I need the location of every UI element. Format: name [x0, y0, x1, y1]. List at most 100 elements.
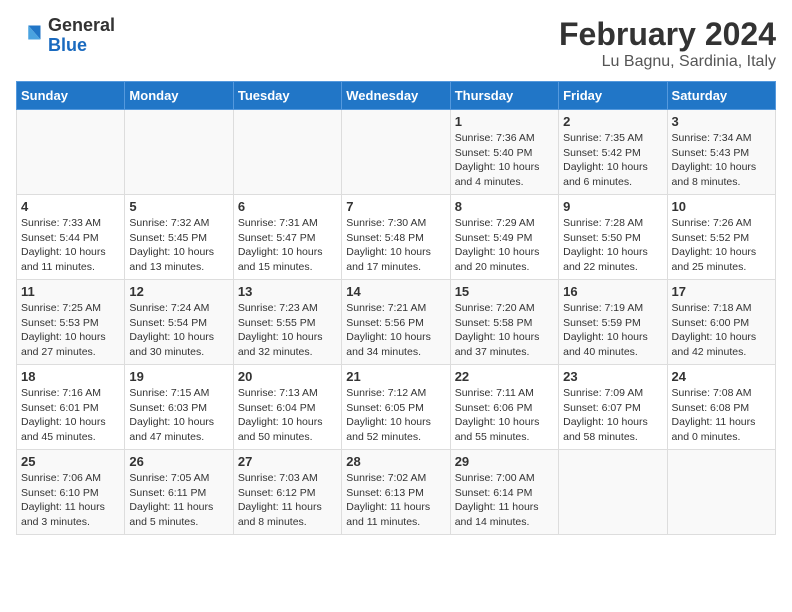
calendar-day-cell: 26 Sunrise: 7:05 AM Sunset: 6:11 PM Dayli… [125, 450, 233, 535]
day-info: Sunrise: 7:30 AM Sunset: 5:48 PM Dayligh… [346, 216, 445, 275]
day-info: Sunrise: 7:29 AM Sunset: 5:49 PM Dayligh… [455, 216, 554, 275]
day-info: Sunrise: 7:02 AM Sunset: 6:13 PM Dayligh… [346, 471, 445, 530]
day-info: Sunrise: 7:33 AM Sunset: 5:44 PM Dayligh… [21, 216, 120, 275]
calendar-day-cell [17, 110, 125, 195]
day-info: Sunrise: 7:24 AM Sunset: 5:54 PM Dayligh… [129, 301, 228, 360]
day-info: Sunrise: 7:13 AM Sunset: 6:04 PM Dayligh… [238, 386, 337, 445]
day-info: Sunrise: 7:08 AM Sunset: 6:08 PM Dayligh… [672, 386, 771, 445]
weekday-header-row: SundayMondayTuesdayWednesdayThursdayFrid… [17, 82, 776, 110]
day-info: Sunrise: 7:20 AM Sunset: 5:58 PM Dayligh… [455, 301, 554, 360]
day-info: Sunrise: 7:35 AM Sunset: 5:42 PM Dayligh… [563, 131, 662, 190]
logo-icon [16, 22, 44, 50]
calendar-day-cell: 27Sunrise: 7:03 AM Sunset: 6:12 PM Dayli… [233, 450, 341, 535]
day-info: Sunrise: 7:26 AM Sunset: 5:52 PM Dayligh… [672, 216, 771, 275]
day-number: 12 [129, 284, 228, 299]
day-number: 4 [21, 199, 120, 214]
calendar-day-cell: 22Sunrise: 7:11 AM Sunset: 6:06 PM Dayli… [450, 365, 558, 450]
day-info: Sunrise: 7:28 AM Sunset: 5:50 PM Dayligh… [563, 216, 662, 275]
day-info: Sunrise: 7:05 AM Sunset: 6:11 PM Dayligh… [129, 471, 228, 530]
calendar-day-cell: 19 Sunrise: 7:15 AM Sunset: 6:03 PM Dayli… [125, 365, 233, 450]
calendar-day-cell: 6Sunrise: 7:31 AM Sunset: 5:47 PM Daylig… [233, 195, 341, 280]
calendar-day-cell: 15 Sunrise: 7:20 AM Sunset: 5:58 PM Dayli… [450, 280, 558, 365]
day-info: Sunrise: 7:34 AM Sunset: 5:43 PM Dayligh… [672, 131, 771, 190]
day-number: 7 [346, 199, 445, 214]
day-number: 14 [346, 284, 445, 299]
logo-text-line2: Blue [48, 36, 115, 56]
calendar-table: SundayMondayTuesdayWednesdayThursdayFrid… [16, 81, 776, 535]
day-number: 6 [238, 199, 337, 214]
calendar-week-1: 1Sunrise: 7:36 AM Sunset: 5:40 PM Daylig… [17, 110, 776, 195]
day-number: 8 [455, 199, 554, 214]
calendar-day-cell: 7 Sunrise: 7:30 AM Sunset: 5:48 PM Daylig… [342, 195, 450, 280]
day-info: Sunrise: 7:32 AM Sunset: 5:45 PM Dayligh… [129, 216, 228, 275]
calendar-day-cell: 11 Sunrise: 7:25 AM Sunset: 5:53 PM Dayli… [17, 280, 125, 365]
calendar-day-cell: 20 Sunrise: 7:13 AM Sunset: 6:04 PM Dayli… [233, 365, 341, 450]
day-number: 25 [21, 454, 120, 469]
day-number: 23 [563, 369, 662, 384]
day-number: 28 [346, 454, 445, 469]
day-number: 19 [129, 369, 228, 384]
calendar-day-cell: 9Sunrise: 7:28 AM Sunset: 5:50 PM Daylig… [559, 195, 667, 280]
weekday-header-sunday: Sunday [17, 82, 125, 110]
day-number: 3 [672, 114, 771, 129]
day-number: 18 [21, 369, 120, 384]
day-info: Sunrise: 7:18 AM Sunset: 6:00 PM Dayligh… [672, 301, 771, 360]
calendar-day-cell: 18 Sunrise: 7:16 AM Sunset: 6:01 PM Dayli… [17, 365, 125, 450]
day-number: 5 [129, 199, 228, 214]
day-number: 21 [346, 369, 445, 384]
logo-text-line1: General [48, 16, 115, 36]
weekday-header-tuesday: Tuesday [233, 82, 341, 110]
page-header: General Blue February 2024 Lu Bagnu, Sar… [16, 16, 776, 71]
location-title: Lu Bagnu, Sardinia, Italy [559, 53, 776, 71]
calendar-day-cell: 1Sunrise: 7:36 AM Sunset: 5:40 PM Daylig… [450, 110, 558, 195]
day-info: Sunrise: 7:16 AM Sunset: 6:01 PM Dayligh… [21, 386, 120, 445]
day-info: Sunrise: 7:36 AM Sunset: 5:40 PM Dayligh… [455, 131, 554, 190]
calendar-day-cell [559, 450, 667, 535]
day-info: Sunrise: 7:03 AM Sunset: 6:12 PM Dayligh… [238, 471, 337, 530]
day-number: 11 [21, 284, 120, 299]
calendar-day-cell: 10 Sunrise: 7:26 AM Sunset: 5:52 PM Dayli… [667, 195, 775, 280]
weekday-header-thursday: Thursday [450, 82, 558, 110]
calendar-day-cell [342, 110, 450, 195]
calendar-day-cell: 4 Sunrise: 7:33 AM Sunset: 5:44 PM Daylig… [17, 195, 125, 280]
calendar-day-cell: 17 Sunrise: 7:18 AM Sunset: 6:00 PM Dayli… [667, 280, 775, 365]
calendar-day-cell: 14 Sunrise: 7:21 AM Sunset: 5:56 PM Dayli… [342, 280, 450, 365]
day-info: Sunrise: 7:09 AM Sunset: 6:07 PM Dayligh… [563, 386, 662, 445]
calendar-day-cell: 2 Sunrise: 7:35 AM Sunset: 5:42 PM Daylig… [559, 110, 667, 195]
calendar-week-2: 4 Sunrise: 7:33 AM Sunset: 5:44 PM Daylig… [17, 195, 776, 280]
calendar-day-cell: 24 Sunrise: 7:08 AM Sunset: 6:08 PM Dayli… [667, 365, 775, 450]
calendar-day-cell: 23 Sunrise: 7:09 AM Sunset: 6:07 PM Dayli… [559, 365, 667, 450]
calendar-day-cell: 8 Sunrise: 7:29 AM Sunset: 5:49 PM Daylig… [450, 195, 558, 280]
calendar-header: SundayMondayTuesdayWednesdayThursdayFrid… [17, 82, 776, 110]
day-info: Sunrise: 7:15 AM Sunset: 6:03 PM Dayligh… [129, 386, 228, 445]
month-title: February 2024 [559, 16, 776, 53]
weekday-header-wednesday: Wednesday [342, 82, 450, 110]
day-info: Sunrise: 7:00 AM Sunset: 6:14 PM Dayligh… [455, 471, 554, 530]
day-number: 15 [455, 284, 554, 299]
calendar-day-cell [125, 110, 233, 195]
day-info: Sunrise: 7:12 AM Sunset: 6:05 PM Dayligh… [346, 386, 445, 445]
calendar-day-cell [233, 110, 341, 195]
weekday-header-saturday: Saturday [667, 82, 775, 110]
weekday-header-monday: Monday [125, 82, 233, 110]
day-number: 29 [455, 454, 554, 469]
day-number: 24 [672, 369, 771, 384]
calendar-day-cell: 13Sunrise: 7:23 AM Sunset: 5:55 PM Dayli… [233, 280, 341, 365]
calendar-day-cell: 28 Sunrise: 7:02 AM Sunset: 6:13 PM Dayli… [342, 450, 450, 535]
day-number: 2 [563, 114, 662, 129]
logo: General Blue [16, 16, 115, 56]
day-info: Sunrise: 7:25 AM Sunset: 5:53 PM Dayligh… [21, 301, 120, 360]
day-info: Sunrise: 7:21 AM Sunset: 5:56 PM Dayligh… [346, 301, 445, 360]
calendar-day-cell: 3 Sunrise: 7:34 AM Sunset: 5:43 PM Daylig… [667, 110, 775, 195]
calendar-week-5: 25 Sunrise: 7:06 AM Sunset: 6:10 PM Dayli… [17, 450, 776, 535]
calendar-day-cell: 25 Sunrise: 7:06 AM Sunset: 6:10 PM Dayli… [17, 450, 125, 535]
day-info: Sunrise: 7:06 AM Sunset: 6:10 PM Dayligh… [21, 471, 120, 530]
weekday-header-friday: Friday [559, 82, 667, 110]
calendar-body: 1Sunrise: 7:36 AM Sunset: 5:40 PM Daylig… [17, 110, 776, 535]
day-number: 20 [238, 369, 337, 384]
day-number: 17 [672, 284, 771, 299]
day-number: 10 [672, 199, 771, 214]
day-number: 26 [129, 454, 228, 469]
calendar-week-4: 18 Sunrise: 7:16 AM Sunset: 6:01 PM Dayli… [17, 365, 776, 450]
day-number: 22 [455, 369, 554, 384]
